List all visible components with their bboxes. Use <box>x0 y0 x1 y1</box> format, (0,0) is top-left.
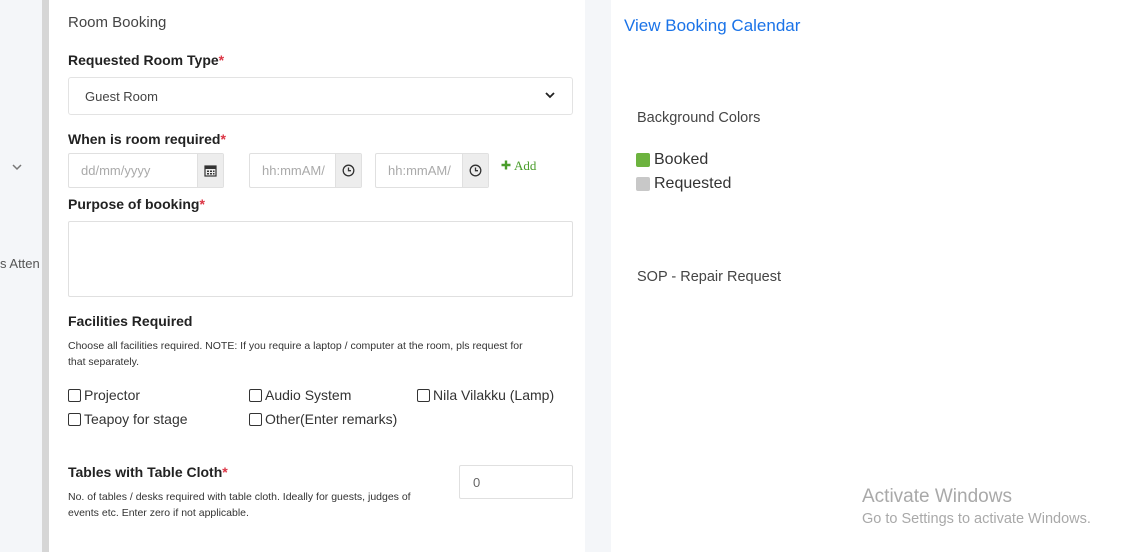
clock-icon[interactable] <box>335 154 361 187</box>
checkbox[interactable] <box>68 388 81 402</box>
sidebar-item-label[interactable]: s Atten <box>0 256 40 271</box>
start-time-input[interactable]: hh:mmAM/ <box>250 154 335 187</box>
activate-windows-subtitle: Go to Settings to activate Windows. <box>862 511 1091 527</box>
checkbox[interactable] <box>417 388 430 402</box>
requested-swatch <box>636 177 650 191</box>
checkbox[interactable] <box>249 388 262 402</box>
activate-windows-title: Activate Windows <box>862 486 1012 507</box>
clock-icon[interactable] <box>462 154 488 187</box>
end-time-field[interactable]: hh:mmAM/ <box>375 153 489 188</box>
when-required-label: When is room required* <box>68 131 226 147</box>
date-field[interactable]: dd/mm/yyyy <box>68 153 224 188</box>
facilities-help-text: Choose all facilities required. NOTE: If… <box>68 340 523 368</box>
room-type-select[interactable]: Guest Room <box>68 77 573 115</box>
facility-projector[interactable]: Projector <box>68 387 140 403</box>
sop-title: SOP - Repair Request <box>637 269 781 285</box>
start-time-field[interactable]: hh:mmAM/ <box>249 153 362 188</box>
view-booking-calendar-link[interactable]: View Booking Calendar <box>624 16 800 36</box>
scrollbar[interactable] <box>42 0 49 552</box>
facility-teapoy[interactable]: Teapoy for stage <box>68 411 188 427</box>
checkbox[interactable] <box>68 412 81 426</box>
facilities-label: Facilities Required <box>68 313 193 329</box>
plus-icon <box>501 158 511 174</box>
chevron-down-icon <box>544 89 556 104</box>
room-type-selected-value: Guest Room <box>85 88 158 104</box>
date-input[interactable]: dd/mm/yyyy <box>69 154 197 187</box>
checkbox[interactable] <box>249 412 262 426</box>
legend-item-booked: Booked <box>636 151 708 169</box>
tables-label: Tables with Table Cloth* <box>68 464 228 480</box>
chevron-down-icon[interactable] <box>10 160 24 174</box>
booked-swatch <box>636 153 650 167</box>
left-sidebar: s Atten <box>0 0 42 552</box>
add-label: Add <box>514 158 537 173</box>
purpose-label: Purpose of booking* <box>68 196 205 212</box>
facility-audio-system[interactable]: Audio System <box>249 387 351 403</box>
room-type-label: Requested Room Type* <box>68 52 225 68</box>
calendar-icon[interactable] <box>197 154 223 187</box>
end-time-input[interactable]: hh:mmAM/ <box>376 154 462 187</box>
legend-title: Background Colors <box>637 110 761 126</box>
add-time-slot-button[interactable]: Add <box>501 158 536 174</box>
tables-count-input[interactable]: 0 <box>459 465 573 499</box>
facility-lamp[interactable]: Nila Vilakku (Lamp) <box>417 387 554 403</box>
purpose-textarea[interactable] <box>68 221 573 297</box>
section-title: Room Booking <box>68 14 167 31</box>
facility-other[interactable]: Other(Enter remarks) <box>249 411 397 427</box>
legend-item-requested: Requested <box>636 175 731 193</box>
tables-help-text: No. of tables / desks required with tabl… <box>68 491 411 519</box>
